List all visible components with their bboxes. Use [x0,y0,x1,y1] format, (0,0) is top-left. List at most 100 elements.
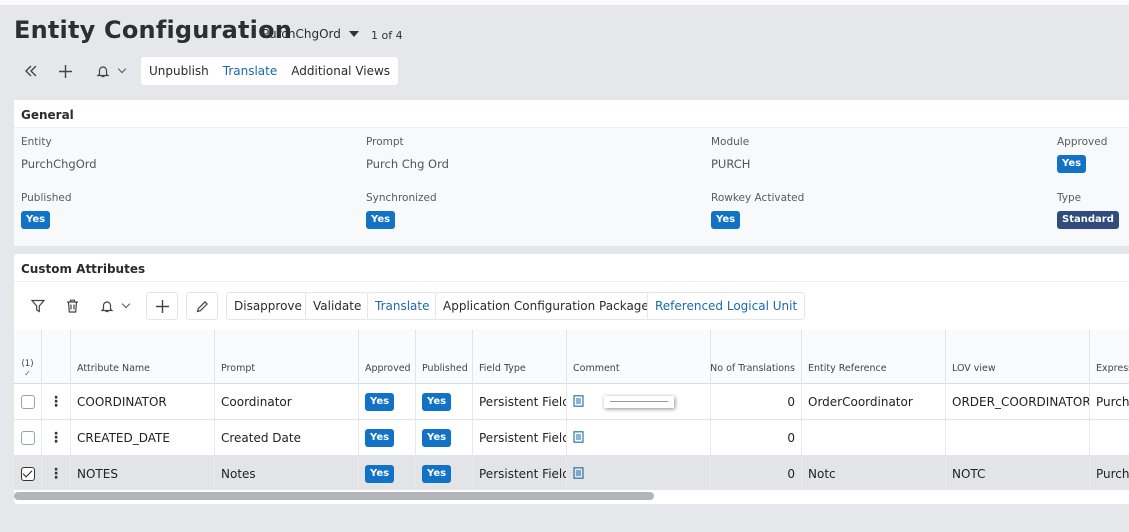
col-attribute-name[interactable]: Attribute Name [71,330,215,384]
selection-count: (1) [21,359,34,369]
notification-bell-dropdown-ca[interactable] [96,293,132,319]
caret-down-icon [348,31,359,37]
approved-badge: Yes [1057,155,1087,173]
cell-no-of-translations: 0 [711,456,802,490]
edit-attribute-button[interactable] [186,292,218,320]
approved-badge: Yes [365,429,395,447]
page-title: Entity Configuration [14,16,293,44]
cell-entity-reference [802,420,946,456]
col-no-of-translations[interactable]: No of Translations [711,330,802,384]
published-badge: Yes [422,429,452,447]
disapprove-button[interactable]: Disapprove [226,292,310,320]
col-published[interactable]: Published [416,330,473,384]
row-checkbox-checked[interactable] [20,467,35,481]
table-row[interactable]: ⋮ NOTES Notes Yes Yes Persistent Field 0… [14,456,1129,490]
cell-attribute-name: COORDINATOR [71,384,215,420]
col-comment[interactable]: Comment [567,330,711,384]
published-badge: Yes [422,465,452,483]
custom-attributes-section: Custom Attributes Disapprove Validate Tr… [14,254,1129,504]
chevron-down-icon [117,64,126,74]
custom-attributes-title: Custom Attributes [14,254,1129,282]
approved-badge: Yes [365,393,395,411]
cell-no-of-translations: 0 [711,420,802,456]
translate-attributes-button[interactable]: Translate [367,292,438,320]
top-strip [0,0,1129,5]
type-badge: Standard [1057,211,1119,229]
type-field: Type Standard [1057,192,1119,229]
custom-attributes-toolbar: Disapprove Validate Translate Applicatio… [14,290,1129,322]
general-section-title: General [14,100,1129,128]
published-field: Published Yes [21,192,72,229]
row-actions-header [42,330,71,384]
horizontal-scrollbar[interactable] [14,492,654,500]
rowkey-activated-field: Rowkey Activated Yes [711,192,804,229]
cell-field-type: Persistent Field [473,420,567,456]
general-fields: Entity PurchChgOrd Prompt Purch Chg Ord … [14,128,1129,246]
approved-badge: Yes [365,465,395,483]
col-lov-view[interactable]: LOV view [946,330,1090,384]
comment-document-icon[interactable] [573,394,584,410]
delete-trash-icon[interactable] [62,293,82,319]
col-field-type[interactable]: Field Type [473,330,567,384]
referenced-logical-unit-button[interactable]: Referenced Logical Unit [647,292,806,320]
app-config-package-dropdown[interactable]: Application Configuration Package [435,292,670,320]
unpublish-button[interactable]: Unpublish [149,64,209,78]
collapse-double-chevron-icon[interactable] [22,60,40,82]
select-all-header[interactable]: (1) ✓ [14,330,42,384]
entity-field: Entity PurchChgOrd [21,136,97,171]
table-row[interactable]: ⋮ CREATED_DATE Created Date Yes Yes Pers… [14,420,1129,456]
validate-button[interactable]: Validate [305,292,370,320]
published-badge: Yes [422,393,452,411]
prompt-field: Prompt Purch Chg Ord [366,136,449,171]
check-icon: ✓ [24,369,31,378]
col-entity-reference[interactable]: Entity Reference [802,330,946,384]
add-icon[interactable] [56,60,74,82]
cell-prompt: Notes [215,456,359,490]
cell-lov-view [946,420,1090,456]
row-menu-kebab-icon[interactable]: ⋮ [49,394,63,410]
chevron-down-icon [121,299,130,309]
cell-lov-view: NOTC [946,456,1090,490]
cell-field-type: Persistent Field [473,384,567,420]
cell-lov-view: ORDER_COORDINATOR... [946,384,1090,420]
cell-entity-reference: Notc [802,456,946,490]
cell-attribute-name: CREATED_DATE [71,420,215,456]
notification-bell-dropdown[interactable] [92,60,128,82]
record-count: 1 of 4 [371,29,403,42]
pencil-icon [196,300,208,312]
additional-views-button[interactable]: Additional Views [291,64,390,78]
table-header: (1) ✓ Attribute Name Prompt Approved Pub… [14,330,1129,384]
synchronized-badge: Yes [366,211,396,229]
cell-no-of-translations: 0 [711,384,802,420]
toolbar-command-group: Unpublish Translate Additional Views [141,57,399,85]
synchronized-field: Synchronized Yes [366,192,437,229]
record-selector[interactable]: PurchChgOrd [262,27,359,41]
rowkey-activated-badge: Yes [711,211,741,229]
custom-attributes-table: (1) ✓ Attribute Name Prompt Approved Pub… [14,330,1129,490]
cell-prompt: Created Date [215,420,359,456]
cell-expression: Purch_ [1096,467,1129,481]
filter-icon[interactable] [28,293,48,319]
cell-attribute-name: NOTES [71,456,215,490]
add-attribute-button[interactable] [146,292,178,320]
col-expression[interactable]: Express [1090,330,1129,384]
comment-document-icon[interactable] [573,430,584,446]
cell-expression: Purch_ [1096,395,1129,409]
module-field: Module PURCH [711,136,751,171]
general-section: General Entity PurchChgOrd Prompt Purch … [14,100,1129,246]
bell-icon [96,66,109,78]
cell-prompt: Coordinator [215,384,359,420]
row-checkbox[interactable] [20,431,35,445]
row-menu-kebab-icon[interactable]: ⋮ [49,430,63,446]
published-badge: Yes [21,211,51,229]
col-prompt[interactable]: Prompt [215,330,359,384]
col-approved[interactable]: Approved [359,330,416,384]
table-row[interactable]: ⋮ COORDINATOR Coordinator Yes Yes Persis… [14,384,1129,420]
row-menu-kebab-icon[interactable]: ⋮ [49,466,63,482]
comment-document-icon[interactable] [573,466,584,482]
row-checkbox[interactable] [20,395,35,409]
approved-field: Approved Yes [1057,136,1107,173]
add-icon [155,299,169,313]
cell-expression [1090,420,1129,456]
translate-button[interactable]: Translate [223,64,278,78]
